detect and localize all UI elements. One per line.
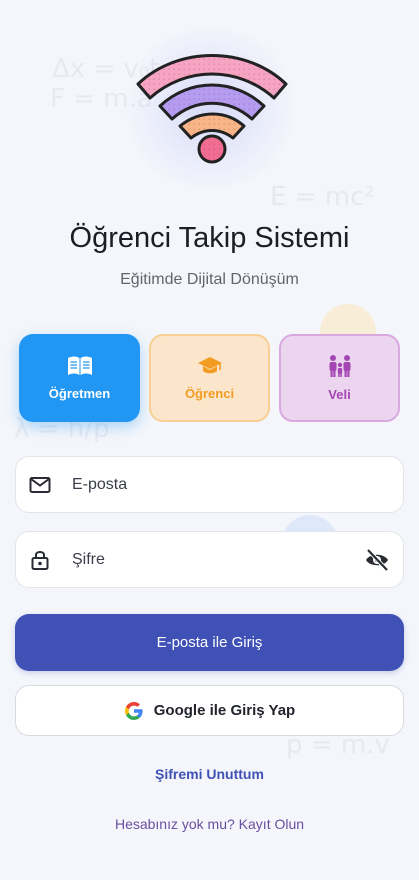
google-login-button[interactable]: Google ile Giriş Yap (15, 685, 404, 736)
role-teacher-card[interactable]: Öğretmen (19, 334, 140, 422)
email-input[interactable] (72, 457, 403, 512)
email-login-button[interactable]: E-posta ile Giriş (15, 614, 404, 671)
graduation-cap-icon (197, 357, 222, 374)
role-parent-label: Veli (328, 387, 351, 402)
family-icon (329, 355, 350, 377)
app-title: Öğrenci Takip Sistemi (69, 222, 350, 254)
google-icon (124, 701, 143, 720)
register-link[interactable]: Hesabınız yok mu? Kayıt Olun (0, 816, 419, 832)
mail-icon (29, 476, 51, 493)
email-field[interactable] (15, 456, 404, 513)
book-icon (67, 356, 92, 375)
visibility-off-icon[interactable] (364, 547, 390, 573)
wifi-icon (136, 54, 288, 164)
bg-formula-energy: E = mc² (270, 182, 375, 212)
role-selector: Öğretmen Öğrenci Veli (19, 334, 400, 422)
password-input[interactable] (72, 532, 364, 587)
app-subtitle: Eğitimde Dijital Dönüşüm (120, 271, 299, 288)
role-teacher-label: Öğretmen (48, 386, 111, 401)
google-login-label: Google ile Giriş Yap (153, 702, 296, 719)
role-student-card[interactable]: Öğrenci (149, 334, 270, 422)
password-field[interactable] (15, 531, 404, 588)
forgot-password-link[interactable]: Şifremi Unuttum (0, 766, 419, 782)
role-parent-card[interactable]: Veli (279, 334, 400, 422)
lock-icon (31, 550, 49, 570)
role-student-label: Öğrenci (184, 386, 235, 401)
